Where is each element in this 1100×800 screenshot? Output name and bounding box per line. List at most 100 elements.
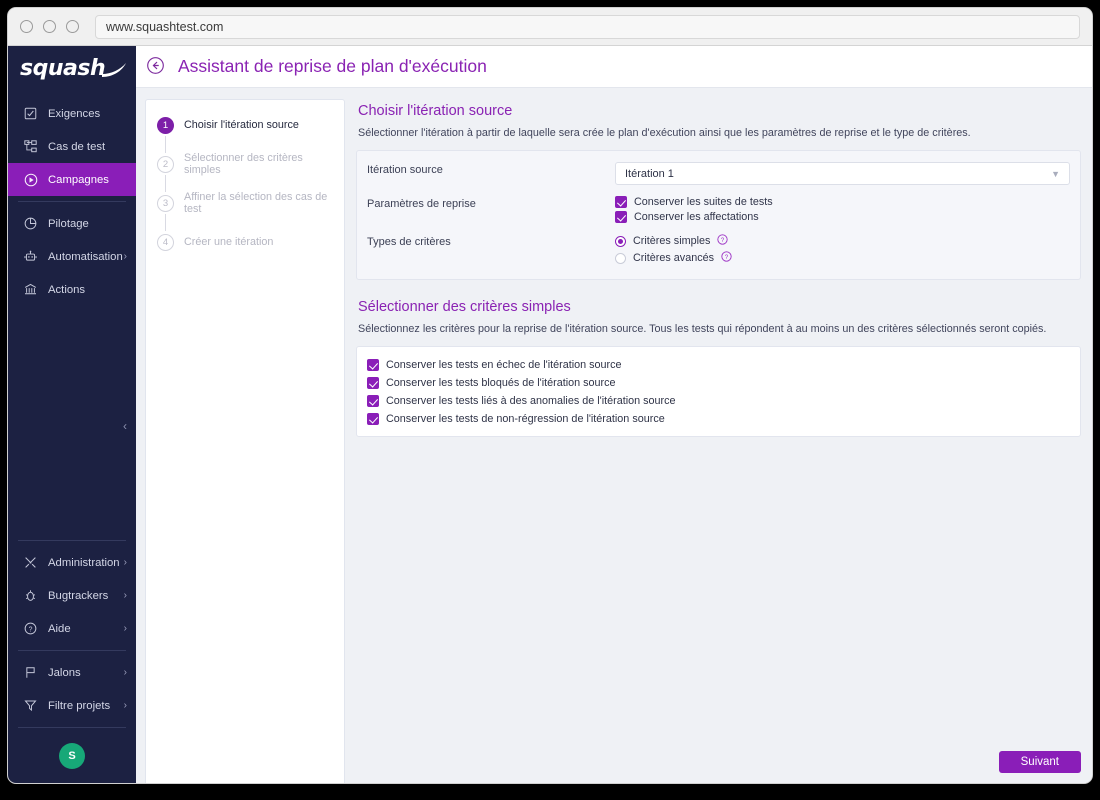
sidebar-item-exigences[interactable]: Exigences [8, 97, 136, 130]
wizard-step-4[interactable]: 4 Créer une itération [146, 231, 344, 253]
wizard-step-3[interactable]: 3 Affiner la sélection des cas de test [146, 191, 344, 215]
chevron-right-icon: › [123, 667, 127, 678]
main-content: Assistant de reprise de plan d'exécution… [136, 46, 1092, 783]
wizard-steps-panel: 1 Choisir l'itération source 2 Sélection… [145, 99, 345, 783]
url-text: www.squashtest.com [106, 19, 224, 34]
next-button[interactable]: Suivant [998, 751, 1081, 773]
wizard-step-2[interactable]: 2 Sélectionner des critères simples [146, 152, 344, 176]
sidebar-item-label: Jalons [48, 666, 81, 679]
primary-nav: Exigences Cas de test Campagnes [8, 91, 136, 196]
section-simple-title: Sélectionner des critères simples [358, 299, 571, 315]
radio-icon[interactable] [615, 252, 626, 264]
sidebar-item-label: Administration [48, 556, 120, 569]
wizard-step-number: 3 [157, 194, 174, 212]
minimize-dot[interactable] [43, 20, 56, 33]
criterion-tests-bloques[interactable]: Conserver les tests bloqués de l'itérati… [367, 376, 1070, 389]
pie-chart-icon [22, 216, 39, 231]
chevron-right-icon: › [123, 251, 127, 262]
checkbox-icon[interactable] [367, 358, 379, 371]
sidebar-item-pilotage[interactable]: Pilotage [8, 207, 136, 240]
section-source-title: Choisir l'itération source [358, 103, 513, 119]
radio-icon[interactable] [615, 235, 626, 247]
param-conserver-suites-de-tests[interactable]: Conserver les suites de tests [615, 196, 773, 208]
section-source-description: Sélectionner l'itération à partir de laq… [358, 127, 971, 139]
help-circle-icon[interactable]: ? [721, 251, 732, 265]
criterion-tests-lies-anomalies[interactable]: Conserver les tests liés à des anomalies… [367, 394, 1070, 407]
back-arrow-circle-icon[interactable] [146, 56, 168, 78]
radio-label: Critères avancés [633, 252, 715, 264]
squash-logo[interactable]: squash [8, 46, 136, 91]
param-label: Conserver les affectations [634, 211, 759, 223]
iteration-source-select[interactable]: Itération 1 ▼ [615, 162, 1070, 185]
filter-icon [22, 698, 39, 713]
wizard-step-number: 1 [157, 116, 174, 134]
user-avatar-row: S [8, 733, 136, 779]
chevron-down-icon: ▼ [1051, 168, 1060, 179]
param-label: Conserver les suites de tests [634, 196, 773, 208]
checkbox-icon[interactable] [367, 394, 379, 407]
criterion-tests-en-echec[interactable]: Conserver les tests en échec de l'itérat… [367, 358, 1070, 371]
sidebar-item-actions[interactable]: Actions [8, 273, 136, 306]
sidebar-item-administration[interactable]: Administration › [8, 546, 136, 579]
avatar-initial: S [68, 750, 76, 762]
criterion-tests-non-regression[interactable]: Conserver les tests de non-régression de… [367, 412, 1070, 425]
svg-text:?: ? [725, 254, 729, 261]
chevron-right-icon: › [123, 623, 127, 634]
criteria-type-row: Types de critères Critères simples ? Cri… [367, 234, 1070, 265]
iteration-source-label: Itération source [367, 164, 443, 176]
sidebar-item-automatisation[interactable]: Automatisation › [8, 240, 136, 273]
chevron-right-icon: › [123, 700, 127, 711]
sidebar-collapse-chevron-left-icon[interactable]: ‹ [118, 419, 132, 433]
requirements-icon [22, 106, 39, 121]
sidebar-item-filtre-projets[interactable]: Filtre projets › [8, 689, 136, 722]
sidebar-item-bugtrackers[interactable]: Bugtrackers › [8, 579, 136, 612]
sidebar-divider-2 [18, 540, 126, 541]
sidebar: squash Exigences Cas de test Campagnes P… [8, 46, 136, 783]
sidebar-item-aide[interactable]: ? Aide › [8, 612, 136, 645]
url-bar[interactable]: www.squashtest.com [95, 14, 1080, 39]
bank-icon [22, 282, 39, 297]
sidebar-divider-3 [18, 650, 126, 651]
chevron-right-icon: › [123, 557, 127, 568]
maximize-dot[interactable] [66, 20, 79, 33]
wizard-step-label: Affiner la sélection des cas de test [184, 191, 328, 215]
sidebar-item-jalons[interactable]: Jalons › [8, 656, 136, 689]
avatar[interactable]: S [59, 743, 85, 769]
sidebar-item-campagnes[interactable]: Campagnes [8, 163, 136, 196]
sidebar-item-label: Filtre projets [48, 699, 111, 712]
criteria-type-options: Critères simples ? Critères avancés ? [615, 234, 732, 265]
chevron-right-icon: › [123, 590, 127, 601]
param-conserver-affectations[interactable]: Conserver les affectations [615, 211, 773, 223]
sidebar-item-label: Cas de test [48, 140, 106, 153]
help-circle-icon[interactable]: ? [717, 234, 729, 248]
sidebar-item-label: Automatisation [48, 250, 123, 263]
checkbox-icon[interactable] [615, 196, 627, 208]
wizard-step-label: Choisir l'itération source [184, 119, 299, 131]
sidebar-item-cas-de-test[interactable]: Cas de test [8, 130, 136, 163]
checkbox-icon[interactable] [615, 211, 627, 223]
wizard-step-label: Sélectionner des critères simples [184, 152, 303, 176]
checkbox-icon[interactable] [367, 412, 379, 425]
wizard-step-label: Créer une itération [184, 236, 274, 248]
browser-window: www.squashtest.com squash Exigences Cas … [8, 8, 1092, 783]
simple-criteria-card: Conserver les tests en échec de l'itérat… [356, 346, 1081, 437]
section-simple-description: Sélectionnez les critères pour la repris… [358, 323, 1047, 335]
secondary-nav: Pilotage Automatisation › Actions [8, 207, 136, 306]
wizard-step-number: 4 [157, 233, 174, 251]
tools-icon [22, 555, 39, 570]
criterion-label: Conserver les tests de non-régression de… [386, 412, 665, 425]
params-options: Conserver les suites de tests Conserver … [615, 196, 773, 223]
radio-criteres-avances[interactable]: Critères avancés ? [615, 251, 732, 265]
sidebar-divider-1 [18, 201, 126, 202]
close-dot[interactable] [20, 20, 33, 33]
wizard-step-number: 2 [157, 155, 174, 173]
application-root: squash Exigences Cas de test Campagnes P… [8, 46, 1092, 783]
radio-criteres-simples[interactable]: Critères simples ? [615, 234, 732, 248]
criterion-label: Conserver les tests liés à des anomalies… [386, 394, 676, 407]
content-row: 1 Choisir l'itération source 2 Sélection… [136, 88, 1092, 783]
checkbox-icon[interactable] [367, 376, 379, 389]
wizard-step-1[interactable]: 1 Choisir l'itération source [146, 114, 344, 136]
sidebar-item-label: Actions [48, 283, 86, 296]
form-area: Choisir l'itération source Sélectionner … [354, 99, 1083, 783]
sidebar-item-label: Exigences [48, 107, 101, 120]
